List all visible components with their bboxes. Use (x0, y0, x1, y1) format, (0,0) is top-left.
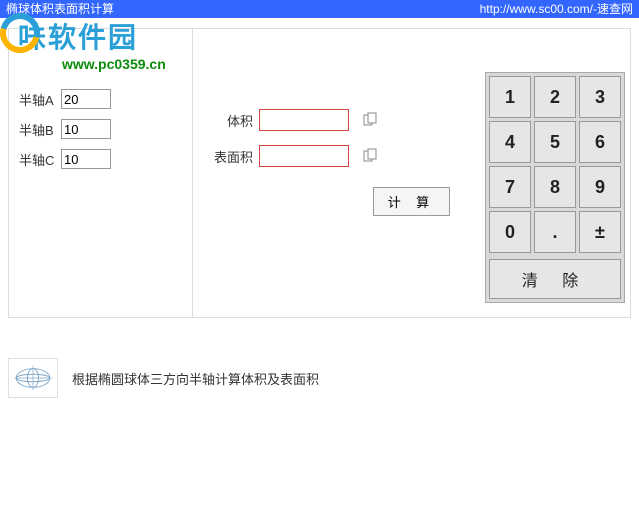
inputs-panel: 半轴A 半轴B 半轴C (8, 28, 193, 318)
label-axis-b: 半轴B (19, 120, 61, 139)
volume-output[interactable] (259, 109, 349, 131)
window-title: 椭球体积表面积计算 (6, 0, 114, 18)
key-8[interactable]: 8 (534, 166, 576, 208)
label-axis-a: 半轴A (19, 90, 61, 109)
copy-surface-icon[interactable] (363, 148, 379, 165)
copy-volume-icon[interactable] (363, 112, 379, 129)
description-text: 根据椭圆球体三方向半轴计算体积及表面积 (72, 369, 319, 388)
key-dot[interactable]: . (534, 211, 576, 253)
surface-output[interactable] (259, 145, 349, 167)
key-3[interactable]: 3 (579, 76, 621, 118)
description-row: 根据椭圆球体三方向半轴计算体积及表面积 (8, 358, 631, 398)
input-axis-c[interactable] (61, 149, 111, 169)
key-5[interactable]: 5 (534, 121, 576, 163)
calculate-button[interactable]: 计 算 (373, 187, 451, 216)
volume-label: 体积 (213, 111, 259, 130)
key-1[interactable]: 1 (489, 76, 531, 118)
clear-button[interactable]: 清 除 (489, 259, 621, 299)
key-4[interactable]: 4 (489, 121, 531, 163)
key-2[interactable]: 2 (534, 76, 576, 118)
key-9[interactable]: 9 (579, 166, 621, 208)
ellipsoid-icon (8, 358, 58, 398)
key-6[interactable]: 6 (579, 121, 621, 163)
key-plusminus[interactable]: ± (579, 211, 621, 253)
keypad: 1 2 3 4 5 6 7 8 9 0 . ± 清 除 (485, 72, 625, 303)
key-7[interactable]: 7 (489, 166, 531, 208)
surface-label: 表面积 (213, 147, 259, 166)
key-0[interactable]: 0 (489, 211, 531, 253)
input-axis-a[interactable] (61, 89, 111, 109)
site-link[interactable]: http://www.sc00.com/-速查网 (480, 0, 633, 18)
title-bar: 椭球体积表面积计算 http://www.sc00.com/-速查网 (0, 0, 639, 18)
input-axis-b[interactable] (61, 119, 111, 139)
label-axis-c: 半轴C (19, 150, 61, 169)
